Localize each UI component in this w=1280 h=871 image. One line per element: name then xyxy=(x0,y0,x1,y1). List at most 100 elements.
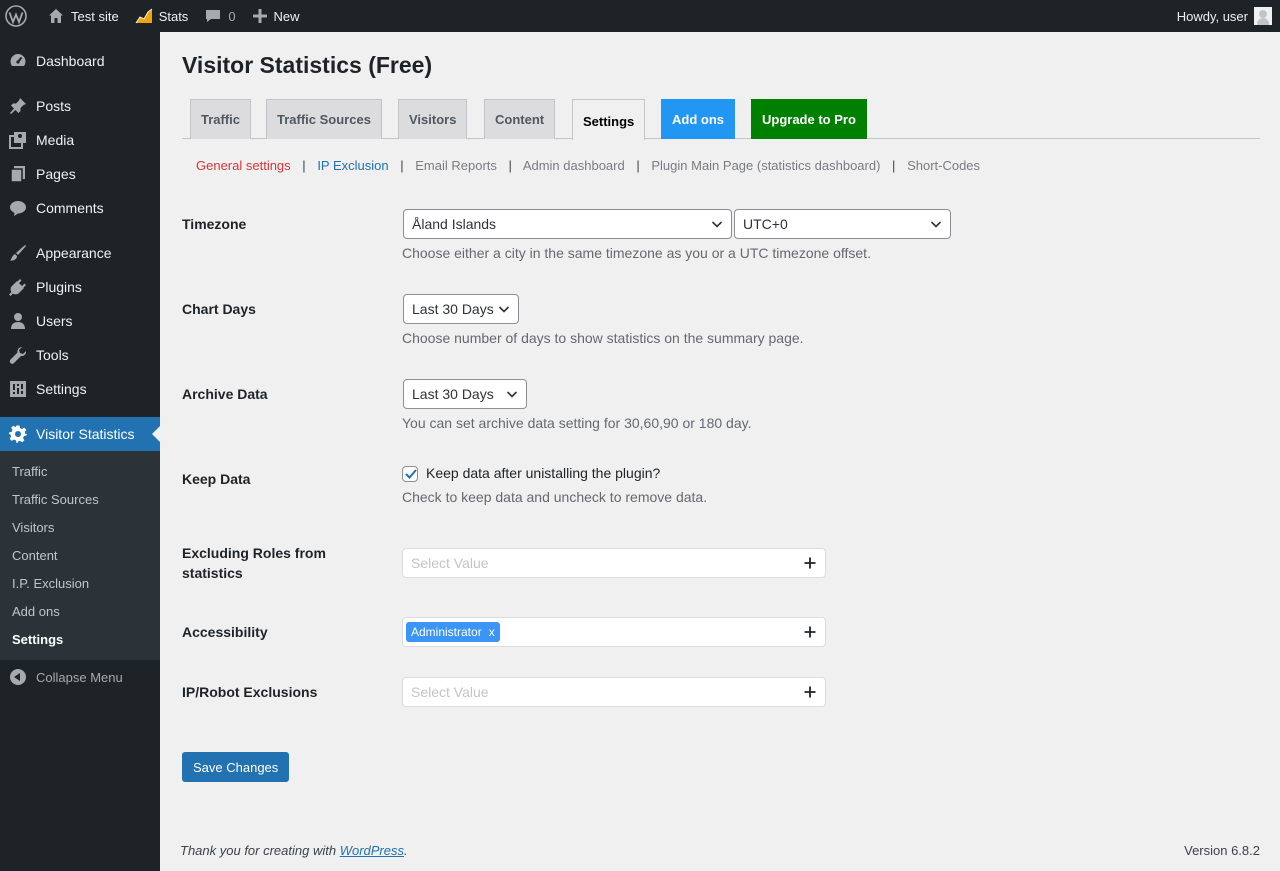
tab-visitors[interactable]: Visitors xyxy=(398,99,468,139)
chart-days-value: Last 30 Days xyxy=(412,301,494,317)
archive-data-label: Archive Data xyxy=(182,386,268,402)
ip-robot-exclusions-multiselect[interactable]: Select Value xyxy=(402,677,826,707)
save-changes-button[interactable]: Save Changes xyxy=(182,752,290,782)
menu-label: Dashboard xyxy=(36,53,105,69)
menu-pages[interactable]: Pages xyxy=(0,157,160,191)
tab-traffic-sources[interactable]: Traffic Sources xyxy=(266,99,382,139)
home-icon xyxy=(49,9,63,23)
archive-data-value: Last 30 Days xyxy=(412,386,494,402)
plus-icon[interactable] xyxy=(803,685,817,699)
stats-link[interactable]: Stats xyxy=(127,0,197,32)
tab-settings[interactable]: Settings xyxy=(572,99,646,140)
plus-icon[interactable] xyxy=(803,625,817,639)
dashboard-icon xyxy=(8,51,28,71)
chart-days-select[interactable]: Last 30 Days xyxy=(403,294,519,324)
submenu-content[interactable]: Content xyxy=(0,541,160,569)
tag-remove-button[interactable]: x xyxy=(489,625,495,639)
keep-data-checkbox-label[interactable]: Keep data after unistalling the plugin? xyxy=(426,465,660,481)
menu-label: Tools xyxy=(36,347,69,363)
footer-version: Version 6.8.2 xyxy=(1184,843,1260,858)
menu-label: Media xyxy=(36,132,75,148)
timezone-offset-select[interactable]: UTC+0 xyxy=(734,209,951,239)
menu-visitor-statistics[interactable]: Visitor Statistics xyxy=(0,417,160,451)
tag-label: Administrator xyxy=(411,625,482,639)
menu-dashboard[interactable]: Dashboard xyxy=(0,44,160,78)
menu-users[interactable]: Users xyxy=(0,304,160,338)
comments-link[interactable]: 0 xyxy=(196,0,243,32)
new-label: New xyxy=(273,8,300,24)
site-name: Test site xyxy=(71,8,119,24)
avatar xyxy=(1254,7,1272,25)
site-name-link[interactable]: Test site xyxy=(39,0,127,32)
pages-icon xyxy=(8,164,28,184)
menu-appearance[interactable]: Appearance xyxy=(0,236,160,270)
my-account[interactable]: Howdy, user xyxy=(1177,7,1280,25)
subnav-separator: | xyxy=(508,158,512,173)
subnav-short-codes[interactable]: Short-Codes xyxy=(907,158,980,173)
timezone-city-value: Åland Islands xyxy=(412,216,497,232)
submenu-traffic[interactable]: Traffic xyxy=(0,457,160,485)
submenu-traffic-sources[interactable]: Traffic Sources xyxy=(0,485,160,513)
menu-plugins[interactable]: Plugins xyxy=(0,270,160,304)
subnav-ip-exclusion[interactable]: IP Exclusion xyxy=(317,158,388,173)
tab-content[interactable]: Content xyxy=(484,99,556,139)
menu-comments[interactable]: Comments xyxy=(0,191,160,225)
timezone-city-select[interactable]: Åland Islands xyxy=(403,209,732,239)
tab-add-ons[interactable]: Add ons xyxy=(661,99,735,139)
submenu-visitors[interactable]: Visitors xyxy=(0,513,160,541)
excluding-roles-multiselect[interactable]: Select Value xyxy=(402,548,826,578)
menu-tools[interactable]: Tools xyxy=(0,338,160,372)
menu-label: Posts xyxy=(36,98,72,114)
subnav-general-settings[interactable]: General settings xyxy=(196,158,291,173)
footer-thanks-suffix: . xyxy=(404,843,408,858)
plug-icon xyxy=(8,277,28,297)
plus-icon[interactable] xyxy=(803,556,817,570)
menu-label: Users xyxy=(36,313,73,329)
media-icon xyxy=(8,130,28,150)
pin-icon xyxy=(8,96,28,116)
wordpress-logo-icon[interactable] xyxy=(0,0,39,32)
comment-count: 0 xyxy=(228,8,236,24)
collapse-label: Collapse Menu xyxy=(36,669,123,685)
timezone-label: Timezone xyxy=(182,216,247,232)
menu-posts[interactable]: Posts xyxy=(0,89,160,123)
tab-traffic[interactable]: Traffic xyxy=(190,99,252,139)
menu-settings[interactable]: Settings xyxy=(0,372,160,406)
submenu-add-ons[interactable]: Add ons xyxy=(0,597,160,625)
chart-days-label: Chart Days xyxy=(182,301,256,317)
menu-label: Comments xyxy=(36,200,104,216)
new-content-link[interactable]: New xyxy=(244,0,308,32)
collapse-menu-button[interactable]: Collapse Menu xyxy=(0,660,160,694)
menu-label: Appearance xyxy=(36,245,112,261)
accessibility-label: Accessibility xyxy=(182,624,268,640)
subnav-plugin-main-page[interactable]: Plugin Main Page (statistics dashboard) xyxy=(651,158,880,173)
main-content: Visitor Statistics (Free) Traffic Traffi… xyxy=(160,32,1280,871)
subnav-admin-dashboard[interactable]: Admin dashboard xyxy=(523,158,625,173)
howdy-label: Howdy, user xyxy=(1176,8,1248,24)
submenu-settings[interactable]: Settings xyxy=(0,625,160,653)
menu-media[interactable]: Media xyxy=(0,123,160,157)
subnav-separator: | xyxy=(636,158,640,173)
wrench-icon xyxy=(8,345,28,365)
tab-upgrade-to-pro[interactable]: Upgrade to Pro xyxy=(751,99,867,139)
settings-subnav: General settings | IP Exclusion | Email … xyxy=(196,158,980,173)
chevron-down-icon xyxy=(711,221,723,228)
brush-icon xyxy=(8,243,28,263)
ip-robot-exclusions-label: IP/Robot Exclusions xyxy=(182,684,318,700)
menu-label: Pages xyxy=(36,166,76,182)
wordpress-link[interactable]: WordPress xyxy=(340,843,404,858)
menu-label: Settings xyxy=(36,381,87,397)
keep-data-checkbox[interactable] xyxy=(402,466,418,482)
gear-icon xyxy=(8,424,28,444)
checkmark-icon xyxy=(405,469,417,479)
stats-chart-icon xyxy=(135,8,152,24)
subnav-email-reports[interactable]: Email Reports xyxy=(415,158,497,173)
page-title: Visitor Statistics (Free) xyxy=(182,52,433,78)
chevron-down-icon xyxy=(930,221,942,228)
comment-icon xyxy=(206,10,221,22)
menu-label: Visitor Statistics xyxy=(36,426,135,442)
archive-data-select[interactable]: Last 30 Days xyxy=(403,379,527,409)
submenu-ip-exclusion[interactable]: I.P. Exclusion xyxy=(0,569,160,597)
accessibility-multiselect[interactable]: Administrator x xyxy=(402,617,826,647)
subnav-separator: | xyxy=(302,158,306,173)
